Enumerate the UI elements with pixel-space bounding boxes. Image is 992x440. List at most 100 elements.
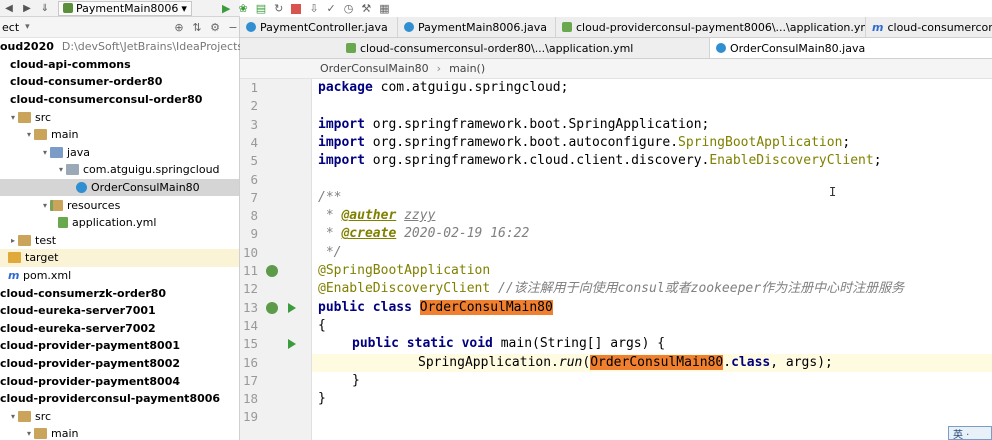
tab-order-consul-main-80[interactable]: OrderConsulMain80.java [710, 38, 992, 58]
tree-row[interactable]: application.yml [0, 214, 239, 232]
structure-icon[interactable]: ▦ [379, 2, 389, 15]
tree-row[interactable]: cloud-eureka-server7001 [0, 302, 239, 320]
tree-label: cloud-provider-payment8002 [0, 356, 180, 370]
tab-consumer-pom[interactable]: m cloud-consumercons [866, 17, 992, 37]
breadcrumb-class[interactable]: OrderConsulMain80 [320, 62, 429, 75]
code-line-3: import org.springframework.boot.SpringAp… [318, 116, 710, 132]
tree-label: pom.xml [23, 269, 72, 283]
tab-consumer-application-yml[interactable]: cloud-consumerconsul-order80\...\applica… [340, 38, 710, 58]
gutter-line: 17 [240, 372, 312, 390]
tree-row[interactable]: ▾ src [0, 108, 239, 126]
line-number: 6 [250, 171, 258, 187]
run-gutter-icon[interactable] [288, 302, 296, 313]
project-view-label[interactable]: ect [2, 21, 19, 34]
tree-row[interactable]: ▾ main [0, 126, 239, 144]
tree-row[interactable]: ▾ src [0, 407, 239, 425]
forward-icon[interactable]: ▶ [20, 2, 34, 15]
tree-label: main [51, 427, 79, 440]
vcs-update-icon[interactable]: ⇩ [309, 2, 318, 15]
tab-label: PaymentMain8006.java [418, 20, 547, 34]
chevron-down-icon[interactable]: ▾ [40, 201, 50, 210]
ime-indicator[interactable]: 英 · [948, 426, 992, 440]
tab-payment-main-8006[interactable]: PaymentMain8006.java ✕ [398, 17, 556, 37]
chevron-down-icon[interactable]: ▾ [8, 412, 18, 421]
run-icon[interactable]: ▶ [222, 2, 230, 15]
chevron-right-icon[interactable]: ▸ [8, 236, 18, 245]
tree-row[interactable]: cloud-provider-payment8004 [0, 372, 239, 390]
tree-row[interactable]: ▾ java [0, 144, 239, 162]
tree-row[interactable]: cloud-provider-payment8001 [0, 337, 239, 355]
tree-label: main [51, 128, 79, 142]
chevron-down-icon[interactable]: ▾ [24, 429, 34, 438]
tree-row[interactable]: cloud-providerconsul-payment8006 [0, 390, 239, 408]
spring-bean-icon[interactable] [266, 265, 278, 277]
tree-row[interactable]: cloud-consumerzk-order80 [0, 284, 239, 302]
wrench-icon[interactable]: ⚒ [361, 2, 371, 15]
run-gutter-icon[interactable] [288, 339, 296, 350]
build-icon[interactable]: ⇓ [38, 2, 52, 15]
line-number: 13 [242, 299, 258, 315]
tab-provider-application-yml[interactable]: cloud-providerconsul-payment8006\...\app… [556, 17, 866, 37]
tree-row[interactable]: cloud-consumerconsul-order80 [0, 91, 239, 109]
tree-row[interactable]: ▾ main [0, 425, 239, 440]
tab-payment-controller[interactable]: PaymentController.java ✕ [240, 17, 398, 37]
coverage-icon[interactable]: ▤ [256, 2, 266, 15]
run-configuration-select[interactable]: PaymentMain8006 ▾ [58, 0, 192, 16]
tree-label: src [35, 409, 52, 423]
tree-row[interactable]: cloud-provider-payment8002 [0, 355, 239, 373]
code-line-15: public static void main(String[] args) { [352, 336, 666, 352]
editor-gutter: 1 2 3 4 5 6 7 8 9 10 11 12 13 14 15 16 1… [240, 79, 312, 440]
gear-icon[interactable]: ⚙ [209, 21, 221, 34]
locate-icon[interactable]: ⊕ [173, 21, 185, 34]
tree-row[interactable]: ▾ com.atguigu.springcloud [0, 161, 239, 179]
tree-row[interactable]: ▾ resources [0, 196, 239, 214]
vcs-commit-icon[interactable]: ✓ [327, 2, 336, 15]
tree-row[interactable]: cloud-eureka-server7002 [0, 320, 239, 338]
tree-label: cloud-providerconsul-payment8006 [0, 392, 221, 406]
spring-bean-icon[interactable] [266, 301, 278, 314]
stop-icon[interactable] [291, 3, 302, 14]
code-line-14: { [318, 317, 326, 333]
class-icon [246, 22, 256, 32]
gutter-line: 13 [240, 299, 312, 317]
class-icon [404, 22, 414, 32]
tree-row[interactable]: target [0, 249, 239, 267]
tree-row[interactable]: cloud-consumer-order80 [0, 73, 239, 91]
line-number: 9 [250, 226, 258, 242]
class-icon [76, 182, 87, 194]
collapse-all-icon[interactable]: ⇅ [191, 21, 203, 34]
text-cursor-icon: I [829, 185, 837, 199]
folder-icon [34, 428, 47, 440]
chevron-down-icon[interactable]: ▾ [24, 130, 34, 139]
yaml-file-icon [346, 43, 356, 53]
tree-label: cloud-provider-payment8001 [0, 339, 180, 353]
hide-icon[interactable]: − [227, 21, 239, 34]
folder-icon [34, 129, 47, 141]
tree-row[interactable]: ▸ test [0, 232, 239, 250]
tree-row[interactable]: oud2020 D:\devSoft\JetBrains\IdeaProject… [0, 38, 270, 56]
code-line-1: package com.atguigu.springcloud; [318, 80, 569, 95]
class-icon [716, 43, 726, 53]
code-line-12: @EnableDiscoveryClient //该注解用于向使用consul或… [318, 281, 905, 297]
maven-pom-icon: m [8, 269, 20, 283]
tab-label: OrderConsulMain80.java [730, 41, 866, 55]
chevron-down-icon[interactable]: ▾ [40, 148, 50, 157]
debug-icon[interactable]: ❀ [238, 2, 247, 15]
tab-spacer [240, 38, 340, 58]
chevron-down-icon[interactable]: ▾ [25, 22, 30, 32]
profile-icon[interactable]: ↻ [274, 2, 283, 15]
gutter-line: 2 [240, 97, 312, 115]
chevron-down-icon[interactable]: ▾ [8, 113, 18, 122]
tab-label: cloud-consumerconsul-order80\...\applica… [360, 41, 634, 55]
gutter-line: 1 [240, 79, 312, 97]
history-icon[interactable]: ◷ [344, 2, 354, 15]
back-icon[interactable]: ◀ [2, 2, 16, 15]
tree-label: application.yml [72, 216, 157, 230]
line-number: 1 [250, 80, 258, 95]
chevron-down-icon[interactable]: ▾ [56, 165, 66, 174]
tree-row[interactable]: m pom.xml [0, 267, 239, 285]
tree-row-selected[interactable]: OrderConsulMain80 [0, 178, 239, 197]
tree-row[interactable]: cloud-api-commons [0, 56, 239, 74]
code-editor[interactable]: package com.atguigu.springcloud; import … [312, 79, 992, 440]
breadcrumb-method[interactable]: main() [449, 62, 485, 75]
